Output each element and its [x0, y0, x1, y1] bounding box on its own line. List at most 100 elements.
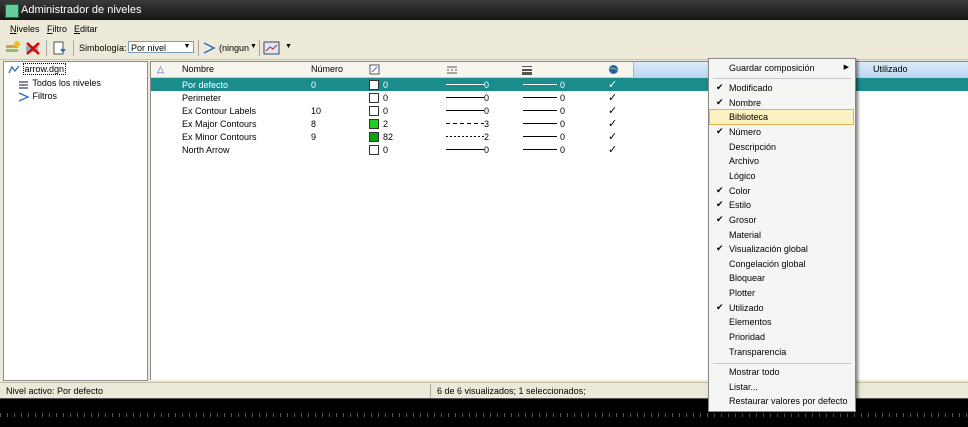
- menu-bar: Niveles Filtro Editar: [0, 22, 968, 36]
- checkmark-icon: ✔: [716, 301, 724, 312]
- sort-triangle-icon[interactable]: △: [157, 64, 164, 75]
- menu-item-column[interactable]: Transparencia: [710, 345, 853, 359]
- file-icon: [8, 65, 20, 73]
- toolbar: Simbología: Por nivel ▼ (ningun ▼ ▼: [0, 37, 968, 60]
- cell-color: 0: [383, 145, 389, 155]
- menu-item-column[interactable]: Descripción: [710, 140, 853, 154]
- color-column-icon[interactable]: [369, 64, 380, 75]
- cell-weight: 0: [560, 80, 566, 90]
- color-swatch[interactable]: [369, 145, 379, 155]
- tree-node-file[interactable]: arrow.dgn: [8, 63, 67, 75]
- menu-item-column[interactable]: ✔ Visualización global: [710, 242, 853, 256]
- checkmark-icon[interactable]: ✓: [608, 143, 617, 156]
- menu-item-label: Prioridad: [729, 332, 766, 343]
- col-name[interactable]: Nombre: [182, 64, 214, 74]
- menu-item-column[interactable]: Bloquear: [710, 271, 853, 285]
- chevron-down-icon[interactable]: ▼: [285, 43, 292, 50]
- menu-item-label: Grosor: [729, 214, 757, 225]
- checkmark-icon[interactable]: ✓: [608, 91, 617, 104]
- checkmark-icon[interactable]: ✓: [608, 78, 617, 91]
- status-divider: [430, 384, 431, 398]
- display-button[interactable]: [263, 40, 281, 56]
- menu-item-column[interactable]: Prioridad: [710, 330, 853, 344]
- tree-node-all-levels[interactable]: Todos los niveles: [18, 78, 101, 89]
- app-icon: [5, 4, 19, 18]
- filter-button[interactable]: [202, 40, 220, 56]
- chevron-down-icon[interactable]: ▼: [250, 43, 257, 50]
- new-level-icon: [6, 41, 20, 52]
- submenu-arrow-icon: ▶: [843, 64, 849, 71]
- cell-style: 0: [484, 106, 490, 116]
- line-weight-sample: [523, 136, 557, 137]
- menu-item-column[interactable]: ✔ Nombre: [710, 96, 853, 110]
- menu-item-column[interactable]: ✔ Modificado: [710, 81, 853, 95]
- cell-color: 0: [383, 80, 389, 90]
- menu-item-label: Transparencia: [729, 346, 787, 357]
- menu-item-column[interactable]: Congelación global: [710, 257, 853, 271]
- menu-item-column[interactable]: Archivo: [710, 154, 853, 168]
- color-swatch[interactable]: [369, 106, 379, 116]
- cell-color: 2: [383, 119, 389, 129]
- chevron-down-icon: ▼: [183, 43, 191, 50]
- menu-item-column[interactable]: Elementos: [710, 315, 853, 329]
- menu-item-column[interactable]: ✔ Número: [710, 125, 853, 139]
- menu-item-label: Elementos: [729, 317, 772, 328]
- checkmark-icon[interactable]: ✓: [608, 104, 617, 117]
- properties-button[interactable]: [51, 40, 69, 56]
- menu-item-column[interactable]: ✔ Estilo: [710, 198, 853, 212]
- cell-color: 82: [383, 132, 394, 142]
- delete-level-button[interactable]: [24, 40, 42, 56]
- menu-item-label: Color: [729, 185, 751, 196]
- cell-name: Por defecto: [182, 80, 229, 90]
- globe-icon[interactable]: [608, 64, 619, 75]
- menu-item-restore-defaults[interactable]: Restaurar valores por defecto: [710, 394, 853, 408]
- menu-editar[interactable]: Editar: [74, 24, 98, 34]
- symbology-select[interactable]: Por nivel ▼: [128, 41, 194, 53]
- cell-weight: 0: [560, 93, 566, 103]
- cell-name: Ex Contour Labels: [182, 106, 257, 116]
- menu-item-label: Archivo: [729, 156, 760, 167]
- menu-filtro[interactable]: Filtro: [47, 24, 67, 34]
- cell-name: Ex Minor Contours: [182, 132, 257, 142]
- menu-item-column[interactable]: ✔ Grosor: [710, 213, 853, 227]
- filter-value[interactable]: (ningun: [219, 43, 249, 53]
- cell-number: 0: [311, 80, 317, 90]
- cell-style: 0: [484, 80, 490, 90]
- line-style-sample: [446, 123, 484, 124]
- toolbar-separator: [259, 40, 260, 56]
- checkmark-icon[interactable]: ✓: [608, 130, 617, 143]
- menu-item-label: Descripción: [729, 141, 777, 152]
- menu-item-column[interactable]: Material: [710, 228, 853, 242]
- cell-number: 8: [311, 119, 317, 129]
- color-swatch[interactable]: [369, 119, 379, 129]
- menu-item-column[interactable]: Lógico: [710, 169, 853, 183]
- menu-item-save-composition[interactable]: Guardar composición ▶: [710, 61, 853, 75]
- checkmark-icon: ✔: [716, 213, 724, 224]
- col-used[interactable]: Utilizado: [873, 64, 908, 74]
- menu-item-show-all[interactable]: Mostrar todo: [710, 365, 853, 379]
- cell-style: 2: [484, 132, 490, 142]
- color-swatch[interactable]: [369, 93, 379, 103]
- color-swatch[interactable]: [369, 132, 379, 142]
- menu-niveles[interactable]: Niveles: [10, 24, 40, 34]
- style-column-icon[interactable]: [446, 64, 458, 75]
- menu-item-label: Lógico: [729, 170, 756, 181]
- checkmark-icon[interactable]: ✓: [608, 117, 617, 130]
- line-weight-sample: [523, 84, 557, 85]
- menu-item-column[interactable]: ✔ Utilizado: [710, 301, 853, 315]
- menu-item-list[interactable]: Listar...: [710, 380, 853, 394]
- menu-item-label: Guardar composición: [729, 63, 815, 73]
- new-level-button[interactable]: [4, 40, 22, 56]
- menu-separator: [713, 78, 851, 79]
- menu-item-column[interactable]: ✔ Color: [710, 184, 853, 198]
- checkmark-icon: ✔: [716, 243, 724, 254]
- cell-name: North Arrow: [182, 145, 230, 155]
- tree-node-filters[interactable]: Filtros: [18, 91, 57, 102]
- weight-column-icon[interactable]: [521, 64, 533, 75]
- menu-item-column[interactable]: Biblioteca: [709, 109, 854, 126]
- color-swatch[interactable]: [369, 80, 379, 90]
- menu-item-label: Utilizado: [729, 302, 764, 313]
- col-number[interactable]: Número: [311, 64, 343, 74]
- properties-icon: [53, 41, 66, 55]
- menu-item-column[interactable]: Plotter: [710, 286, 853, 300]
